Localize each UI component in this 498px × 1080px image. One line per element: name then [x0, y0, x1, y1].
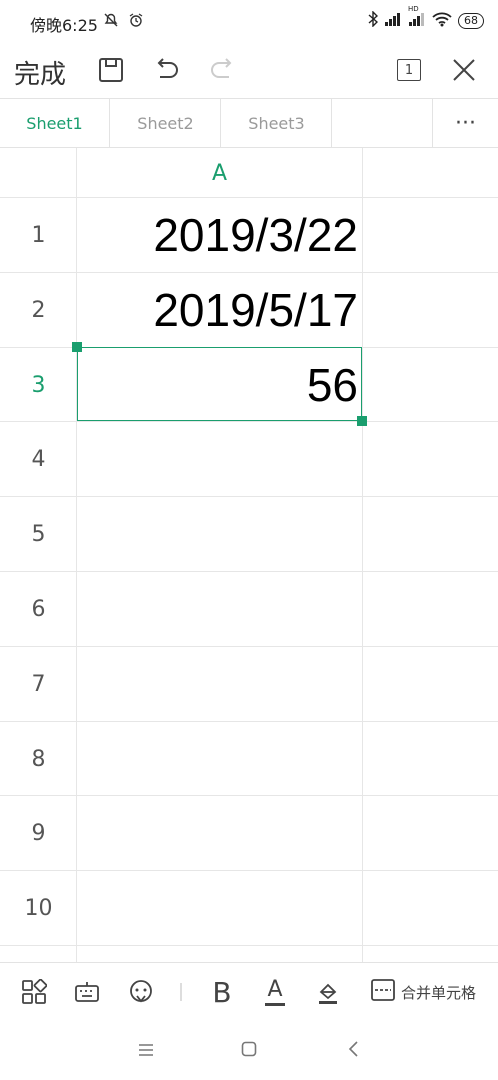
status-bar: 傍晚6:25 HD 68	[0, 0, 498, 44]
cell-selection	[77, 347, 362, 421]
alarm-icon	[128, 13, 144, 32]
cell-a8[interactable]	[77, 722, 362, 796]
cell-a6[interactable]	[77, 572, 362, 646]
merge-cells-label: 合并单元格	[401, 983, 477, 1002]
silent-icon	[103, 13, 128, 32]
cell-a10[interactable]	[77, 871, 362, 945]
spreadsheet-grid: A 1 2 3 4 5 6 7 8 9 10 2019/3/22 2019/5/…	[0, 148, 498, 962]
fill-color-icon[interactable]	[313, 977, 343, 1007]
row-header[interactable]: 9	[0, 796, 77, 871]
window-count: 1	[397, 59, 421, 81]
bold-button[interactable]: B	[207, 976, 237, 1009]
merge-cells-icon	[370, 978, 396, 1006]
column-header-a[interactable]: A	[77, 148, 362, 198]
merge-cells-button[interactable]: 合并单元格	[370, 977, 498, 1007]
font-color-label: A	[267, 976, 283, 1002]
more-tabs-button[interactable]: ···	[432, 99, 498, 147]
window-switch-button[interactable]: 1	[393, 54, 425, 86]
close-icon[interactable]	[448, 54, 480, 86]
hd-label: HD	[408, 5, 419, 13]
row-header[interactable]: 10	[0, 871, 77, 946]
keyboard-icon[interactable]	[73, 977, 101, 1007]
selection-handle-bottom-right[interactable]	[357, 416, 367, 426]
undo-icon[interactable]	[150, 54, 182, 86]
done-button[interactable]: 完成	[14, 54, 66, 91]
back-nav-icon[interactable]	[347, 1038, 359, 1063]
save-icon[interactable]	[95, 54, 127, 86]
row-header[interactable]: 3	[0, 348, 77, 423]
battery-indicator: 68	[458, 13, 484, 29]
toolbar: 完成 1	[0, 44, 498, 99]
tab-sheet3[interactable]: Sheet3	[222, 99, 332, 147]
cell-a7[interactable]	[77, 647, 362, 721]
tab-sheet2[interactable]: Sheet2	[111, 99, 221, 147]
system-nav-bar	[0, 1020, 498, 1080]
redo-icon[interactable]	[207, 54, 239, 86]
bluetooth-icon	[368, 10, 379, 31]
hd-signal-icon: HD	[408, 5, 426, 30]
apps-grid-icon[interactable]	[20, 977, 48, 1007]
row-header[interactable]: 2	[0, 273, 77, 348]
status-right: HD 68	[368, 5, 484, 31]
wifi-icon	[432, 11, 452, 31]
signal-icon	[384, 12, 402, 30]
row-header[interactable]: 7	[0, 647, 77, 722]
font-color-bar	[265, 1002, 285, 1006]
row-header[interactable]: 5	[0, 497, 77, 572]
tab-sheet1[interactable]: Sheet1	[0, 99, 110, 147]
cell-a9[interactable]	[77, 796, 362, 870]
bottom-toolbar: B A 合并单元格	[0, 962, 498, 1021]
selection-handle-top-left[interactable]	[72, 342, 82, 352]
cell-a5[interactable]	[77, 497, 362, 571]
cell-a2[interactable]: 2019/5/17	[77, 273, 362, 347]
row-header[interactable]: 1	[0, 198, 77, 273]
row-header[interactable]: 8	[0, 722, 77, 797]
status-time: 傍晚6:25	[30, 16, 98, 35]
font-color-button[interactable]: A	[260, 977, 290, 1007]
cell-a4[interactable]	[77, 422, 362, 496]
sheet-tabs: Sheet1 Sheet2 Sheet3 ···	[0, 99, 498, 148]
cell-a1[interactable]: 2019/3/22	[77, 198, 362, 272]
toolbar-divider	[180, 983, 182, 1001]
status-left-icons	[103, 12, 144, 32]
grid-line	[362, 148, 363, 962]
sticker-icon[interactable]	[126, 977, 156, 1007]
row-header[interactable]: 6	[0, 572, 77, 647]
row-header[interactable]: 4	[0, 422, 77, 497]
menu-nav-icon[interactable]	[138, 1038, 154, 1063]
home-nav-icon[interactable]	[241, 1038, 257, 1063]
